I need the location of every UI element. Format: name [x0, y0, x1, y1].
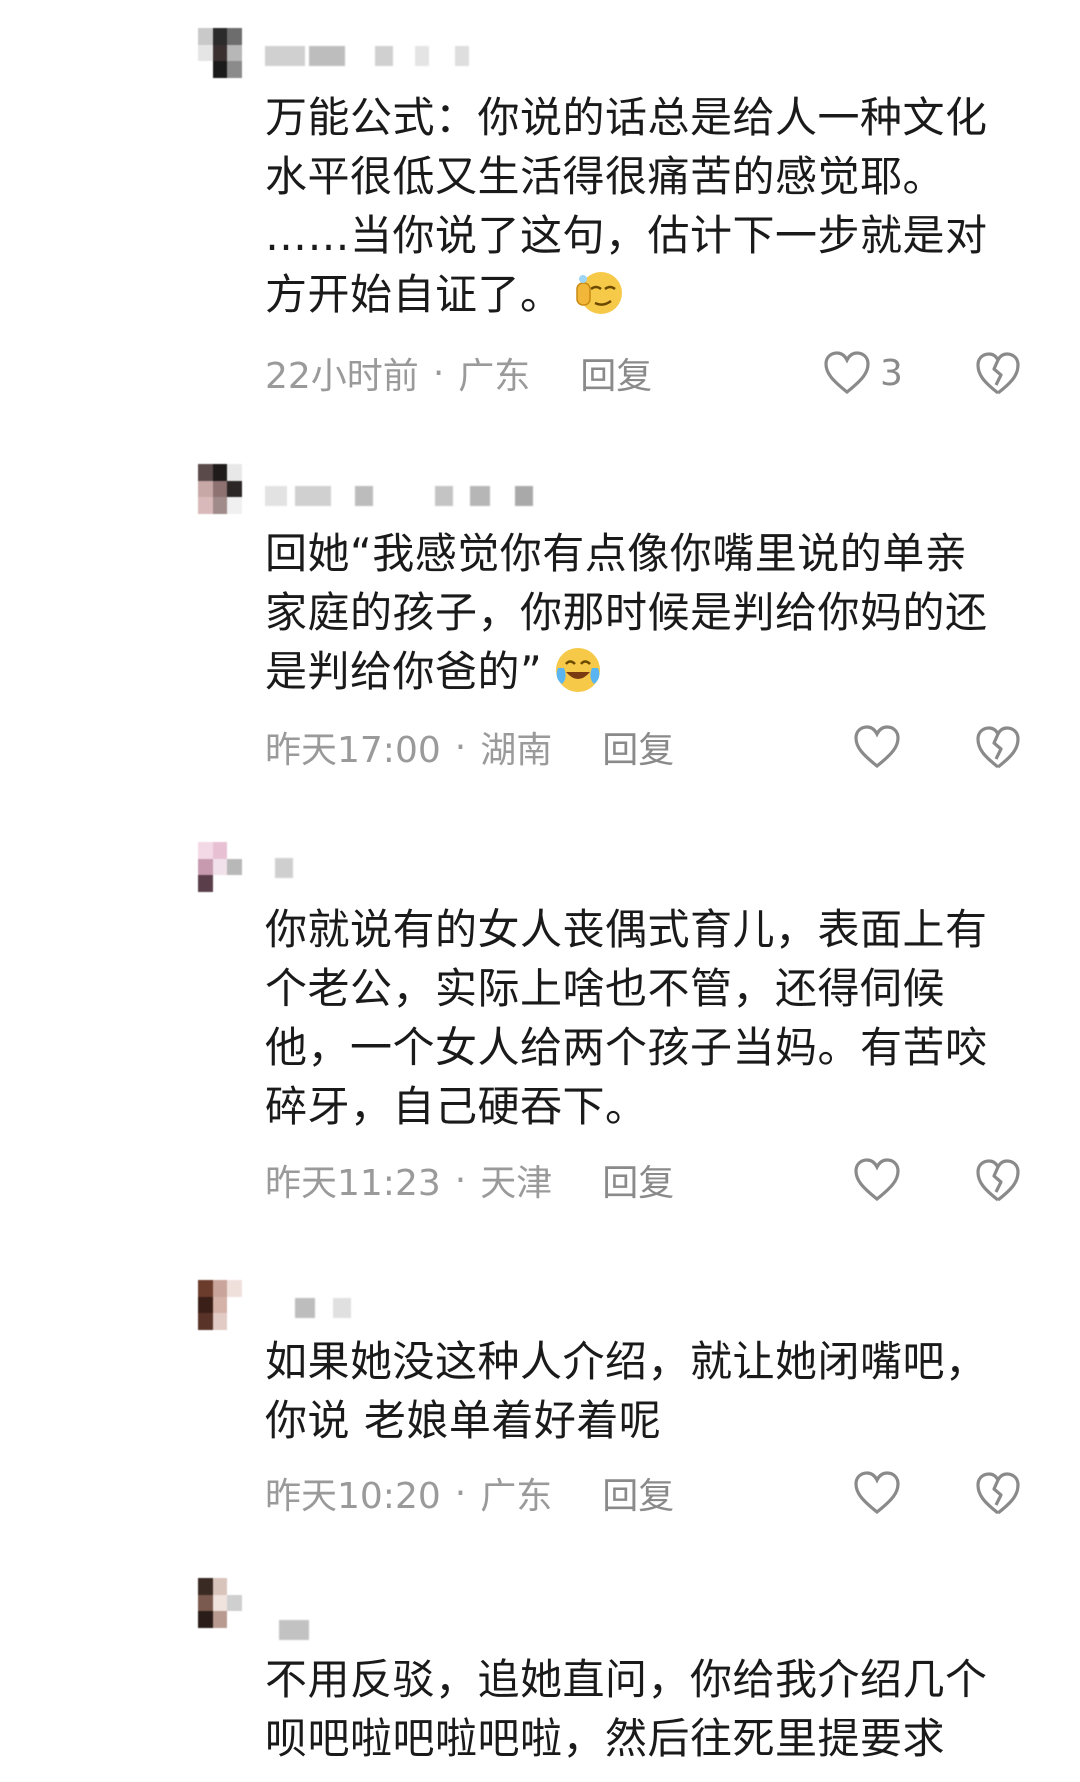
username-redacted[interactable] — [265, 858, 325, 886]
reply-button[interactable]: 回复 — [580, 347, 652, 399]
comment-meta: 昨天10:20 · 广东 回复 — [265, 1468, 674, 1518]
comment-time: 昨天10:20 — [265, 1476, 441, 1517]
like-button[interactable] — [852, 1468, 910, 1518]
reply-button[interactable]: 回复 — [602, 721, 674, 773]
heart-icon — [824, 351, 870, 395]
heart-icon — [854, 1471, 900, 1515]
comment-time: 22小时前 — [265, 356, 419, 397]
meta-separator: · — [454, 1159, 467, 1201]
comment-meta: 昨天11:23 · 天津 回复 — [265, 1155, 674, 1205]
like-button[interactable] — [852, 1155, 910, 1205]
broken-heart-icon[interactable] — [974, 724, 1022, 772]
comment-text: 回她“我感觉你有点像你嘴里说的单亲 家庭的孩子，你那时候是判给你妈的还 是判给你… — [265, 529, 988, 696]
username-redacted[interactable] — [265, 46, 485, 74]
avatar[interactable] — [198, 28, 242, 78]
like-button[interactable] — [852, 722, 910, 772]
comment-location: 广东 — [458, 356, 531, 397]
meta-separator: · — [454, 1472, 467, 1514]
meta-separator: · — [454, 726, 467, 768]
avatar[interactable] — [198, 1280, 242, 1330]
comment-list: 万能公式：你说的话总是给人一种文化 水平很低又生活得很痛苦的感觉耶。 ……当你说… — [0, 0, 1080, 1782]
like-count: 3 — [880, 352, 903, 394]
comment-meta: 昨天17:00 · 湖南 回复 — [265, 722, 674, 772]
comment-location: 天津 — [480, 1163, 553, 1204]
heart-icon — [854, 1158, 900, 1202]
heart-icon — [854, 725, 900, 769]
laugh-cry-emoji — [556, 648, 601, 692]
like-button[interactable]: 3 — [822, 348, 903, 398]
reply-button[interactable]: 回复 — [602, 1154, 674, 1206]
broken-heart-icon[interactable] — [974, 350, 1022, 398]
comment-text: 如果她没这种人介绍，就让她闭嘴吧， 你说 老娘单着好着呢 — [265, 1337, 988, 1445]
avatar[interactable] — [198, 842, 242, 892]
comment-text: 不用反驳，追她直问，你给我介绍几个 呗吧啦吧啦吧啦，然后往死里提要求 — [265, 1655, 988, 1763]
username-redacted[interactable] — [265, 1298, 365, 1326]
username-redacted[interactable] — [265, 1620, 325, 1648]
avatar[interactable] — [198, 1578, 242, 1628]
broken-heart-icon[interactable] — [974, 1157, 1022, 1205]
comment-time: 昨天11:23 — [265, 1163, 441, 1204]
comment-location: 湖南 — [480, 730, 553, 771]
comment-meta: 22小时前 · 广东 回复 — [265, 348, 652, 398]
comment-text: 你就说有的女人丧偶式育儿，表面上有 个老公，实际上啥也不管，还得伺候 他，一个女… — [265, 905, 988, 1131]
broken-heart-icon[interactable] — [974, 1470, 1022, 1518]
username-redacted[interactable] — [265, 486, 545, 514]
avatar[interactable] — [198, 464, 242, 514]
comment-time: 昨天17:00 — [265, 730, 441, 771]
meta-separator: · — [432, 352, 445, 394]
reply-button[interactable]: 回复 — [602, 1467, 674, 1519]
smirk-salute-emoji — [575, 272, 622, 314]
comment-text: 万能公式：你说的话总是给人一种文化 水平很低又生活得很痛苦的感觉耶。 ……当你说… — [265, 93, 988, 319]
comment-location: 广东 — [480, 1476, 553, 1517]
